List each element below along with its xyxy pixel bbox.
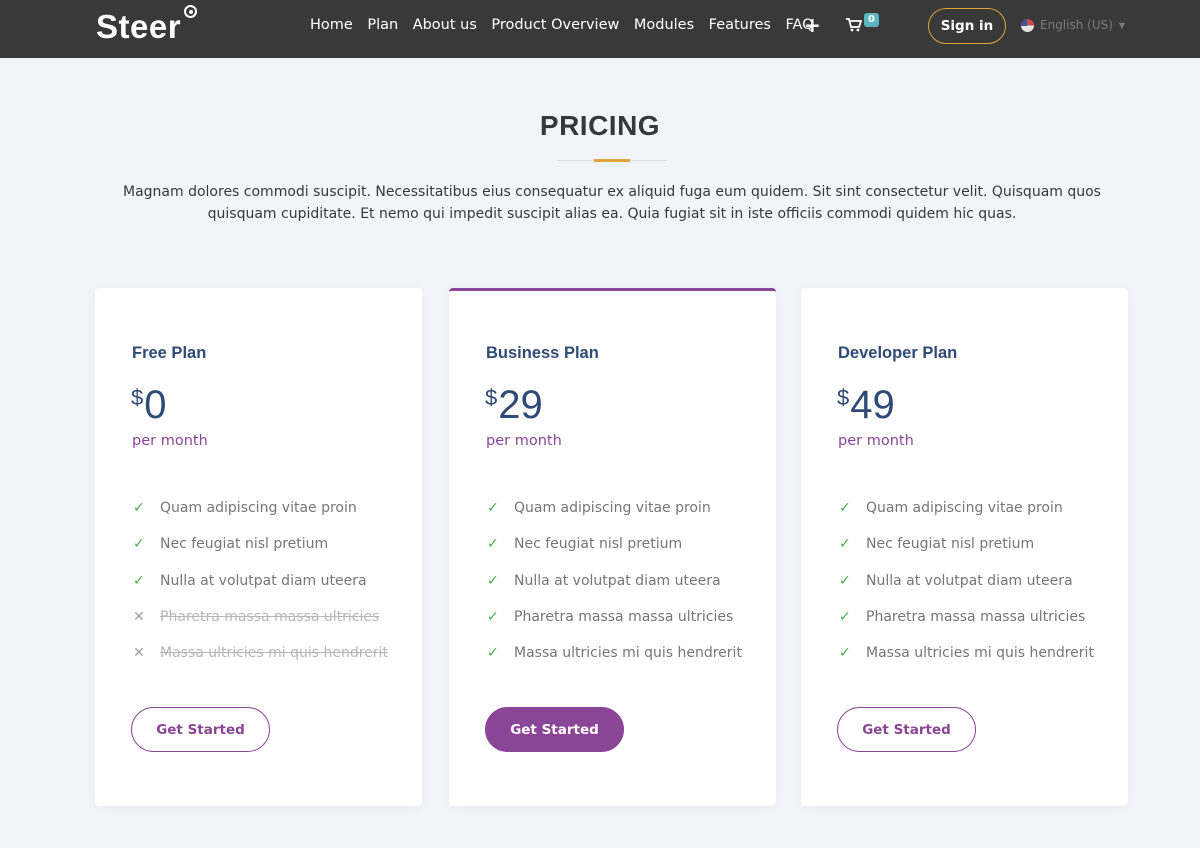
language-selector[interactable]: English (US) ▼: [1021, 18, 1125, 32]
check-icon: ✓: [487, 500, 499, 516]
feature-text: Nulla at volutpat diam uteera: [160, 572, 367, 589]
feature-item: ✓ Nec feugiat nisl pretium: [133, 536, 388, 572]
language-label: English (US): [1040, 18, 1113, 32]
title-accent-bar: [594, 159, 630, 162]
feature-item: ✓ Nec feugiat nisl pretium: [839, 536, 1094, 572]
check-icon: ✓: [487, 608, 499, 625]
currency-symbol: $: [837, 385, 850, 410]
feature-text: Quam adipiscing vitae proin: [160, 500, 357, 516]
cross-icon: ✕: [133, 608, 145, 625]
check-icon: ✓: [133, 500, 145, 516]
feature-text: Pharetra massa massa ultricies: [514, 608, 734, 625]
feature-item: ✕ Massa ultricies mi quis hendrerit: [133, 645, 388, 681]
price-period: per month: [132, 433, 208, 449]
plan-name: Developer Plan: [838, 344, 958, 362]
feature-list: ✓ Quam adipiscing vitae proin ✓ Nec feugiat…: [133, 500, 388, 681]
feature-list: ✓ Quam adipiscing vitae proin ✓ Nec feugiat…: [839, 500, 1094, 681]
feature-text: Pharetra massa massa ultricies: [866, 608, 1086, 625]
feature-item: ✓ Nulla at volutpat diam uteera: [133, 573, 388, 609]
price-amount: 49: [850, 383, 895, 427]
cross-icon: ✕: [133, 645, 145, 662]
feature-text: Nulla at volutpat diam uteera: [514, 572, 721, 589]
price-amount: 0: [144, 383, 167, 427]
check-icon: ✓: [839, 500, 851, 516]
section-description: Magnam dolores commodi suscipit. Necessi…: [123, 184, 1101, 222]
check-icon: ✓: [839, 608, 851, 625]
us-flag-icon: [1021, 18, 1034, 32]
cart-count-badge: 0: [864, 13, 879, 27]
section-title: PRICING: [539, 110, 661, 141]
get-started-button[interactable]: Get Started: [837, 707, 976, 752]
plan-name: Free Plan: [132, 344, 207, 362]
pricing-card-business: Business Plan $ 29 per month ✓ Quam adipi…: [449, 288, 776, 806]
feature-text: Massa ultricies mi quis hendrerit: [160, 645, 388, 662]
pricing-card-free: Free Plan $ 0 per month ✓ Quam adipiscing…: [95, 288, 422, 806]
check-icon: ✓: [487, 645, 499, 662]
price-period: per month: [486, 433, 562, 449]
nav-product-overview[interactable]: Product Overview: [491, 17, 619, 33]
pricing-card-developer: Developer Plan $ 49 per month ✓ Quam adip…: [801, 288, 1128, 806]
feature-text: Pharetra massa massa ultricies: [160, 608, 380, 625]
feature-item: ✓ Nulla at volutpat diam uteera: [839, 573, 1094, 609]
feature-item: ✓ Quam adipiscing vitae proin: [839, 500, 1094, 536]
main-nav: Home Plan About us Product Overview Modu…: [310, 17, 828, 33]
price-period: per month: [838, 433, 914, 449]
check-icon: ✓: [839, 572, 851, 589]
get-started-button[interactable]: Get Started: [131, 707, 270, 752]
check-icon: ✓: [133, 572, 145, 589]
plan-name: Business Plan: [486, 344, 599, 362]
get-started-button[interactable]: Get Started: [485, 707, 624, 752]
feature-text: Nulla at volutpat diam uteera: [866, 572, 1073, 589]
nav-modules[interactable]: Modules: [634, 17, 694, 33]
sign-in-button[interactable]: Sign in: [928, 8, 1006, 44]
feature-text: Nec feugiat nisl pretium: [160, 536, 329, 553]
nav-about-us[interactable]: About us: [413, 17, 477, 33]
currency-symbol: $: [485, 385, 498, 410]
feature-item: ✓ Nec feugiat nisl pretium: [487, 536, 742, 572]
feature-item: ✓ Quam adipiscing vitae proin: [133, 500, 388, 536]
feature-item: ✓ Massa ultricies mi quis hendrerit: [487, 645, 742, 681]
feature-text: Massa ultricies mi quis hendrerit: [514, 645, 742, 662]
check-icon: ✓: [487, 572, 499, 589]
feature-text: Quam adipiscing vitae proin: [514, 500, 711, 516]
feature-item: ✕ Pharetra massa massa ultricies: [133, 609, 388, 645]
feature-text: Nec feugiat nisl pretium: [514, 536, 683, 553]
top-navbar: Steer Home Plan About us Product Overvie…: [0, 0, 1200, 58]
plan-price: $ 49: [837, 382, 895, 428]
feature-text: Quam adipiscing vitae proin: [866, 500, 1063, 516]
plan-price: $ 0: [131, 382, 167, 428]
logo-mark-icon: [184, 5, 197, 18]
feature-item: ✓ Pharetra massa massa ultricies: [839, 609, 1094, 645]
check-icon: ✓: [487, 536, 499, 553]
feature-item: ✓ Massa ultricies mi quis hendrerit: [839, 645, 1094, 681]
feature-item: ✓ Nulla at volutpat diam uteera: [487, 573, 742, 609]
chevron-down-icon: ▼: [1118, 20, 1126, 30]
plan-price: $ 29: [485, 382, 543, 428]
check-icon: ✓: [133, 536, 145, 553]
feature-list: ✓ Quam adipiscing vitae proin ✓ Nec feugiat…: [487, 500, 742, 681]
price-amount: 29: [498, 383, 543, 427]
currency-symbol: $: [131, 385, 144, 410]
check-icon: ✓: [839, 645, 851, 662]
cart-icon[interactable]: [846, 18, 862, 32]
plus-icon[interactable]: +: [804, 13, 821, 37]
nav-home[interactable]: Home: [310, 17, 353, 33]
feature-item: ✓ Pharetra massa massa ultricies: [487, 609, 742, 645]
check-icon: ✓: [839, 536, 851, 553]
logo[interactable]: Steer: [96, 8, 181, 46]
nav-plan[interactable]: Plan: [367, 17, 398, 33]
nav-features[interactable]: Features: [709, 17, 771, 33]
feature-item: ✓ Quam adipiscing vitae proin: [487, 500, 742, 536]
feature-text: Nec feugiat nisl pretium: [866, 536, 1035, 553]
feature-text: Massa ultricies mi quis hendrerit: [866, 645, 1094, 662]
